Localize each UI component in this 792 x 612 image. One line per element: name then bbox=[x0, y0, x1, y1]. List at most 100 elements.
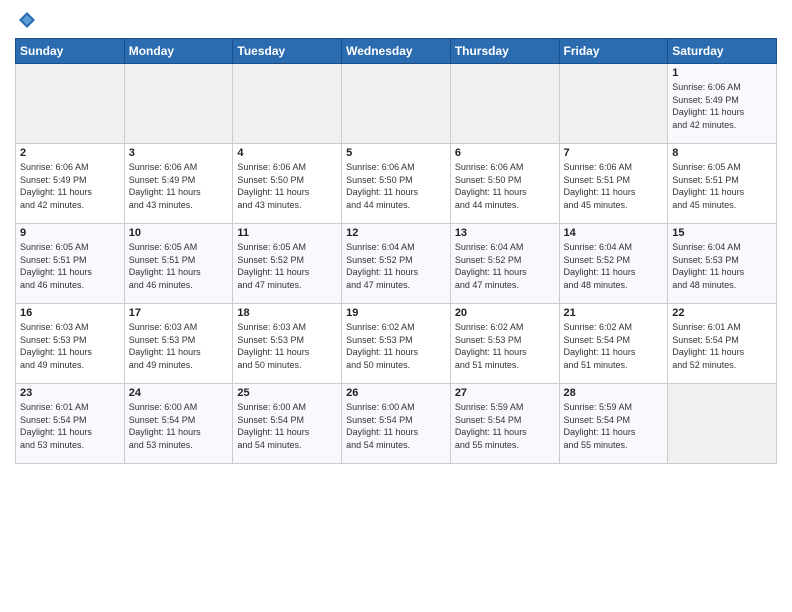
calendar-cell: 21Sunrise: 6:02 AM Sunset: 5:54 PM Dayli… bbox=[559, 304, 668, 384]
calendar-header-row: SundayMondayTuesdayWednesdayThursdayFrid… bbox=[16, 39, 777, 64]
day-number: 12 bbox=[346, 227, 446, 239]
day-number: 3 bbox=[129, 147, 229, 159]
day-info: Sunrise: 6:04 AM Sunset: 5:52 PM Dayligh… bbox=[564, 241, 664, 291]
calendar-cell: 17 Sunrise: 6:03 AM Sunset: 5:53 PM Dayli… bbox=[124, 304, 233, 384]
day-info: Sunrise: 5:59 AM Sunset: 5:54 PM Dayligh… bbox=[455, 401, 555, 451]
calendar-cell: 18 Sunrise: 6:03 AM Sunset: 5:53 PM Dayli… bbox=[233, 304, 342, 384]
calendar-header-sunday: Sunday bbox=[16, 39, 125, 64]
logo-icon bbox=[17, 10, 37, 30]
day-info: Sunrise: 6:03 AM Sunset: 5:53 PM Dayligh… bbox=[20, 321, 120, 371]
day-info: Sunrise: 6:05 AM Sunset: 5:51 PM Dayligh… bbox=[672, 161, 772, 211]
day-number: 11 bbox=[237, 227, 337, 239]
calendar-cell: 19 Sunrise: 6:02 AM Sunset: 5:53 PM Dayli… bbox=[342, 304, 451, 384]
calendar-cell: 11 Sunrise: 6:05 AM Sunset: 5:52 PM Dayli… bbox=[233, 224, 342, 304]
day-number: 25 bbox=[237, 387, 337, 399]
calendar-cell: 27 Sunrise: 5:59 AM Sunset: 5:54 PM Dayli… bbox=[450, 384, 559, 464]
day-info: Sunrise: 6:06 AM Sunset: 5:49 PM Dayligh… bbox=[129, 161, 229, 211]
day-info: Sunrise: 6:00 AM Sunset: 5:54 PM Dayligh… bbox=[129, 401, 229, 451]
calendar-header-saturday: Saturday bbox=[668, 39, 777, 64]
calendar-week-row: 16Sunrise: 6:03 AM Sunset: 5:53 PM Dayli… bbox=[16, 304, 777, 384]
calendar-cell: 8Sunrise: 6:05 AM Sunset: 5:51 PM Daylig… bbox=[668, 144, 777, 224]
day-number: 5 bbox=[346, 147, 446, 159]
day-number: 13 bbox=[455, 227, 555, 239]
day-number: 14 bbox=[564, 227, 664, 239]
day-number: 24 bbox=[129, 387, 229, 399]
calendar-cell: 9 Sunrise: 6:05 AM Sunset: 5:51 PM Daylig… bbox=[16, 224, 125, 304]
calendar-week-row: 23 Sunrise: 6:01 AM Sunset: 5:54 PM Dayli… bbox=[16, 384, 777, 464]
calendar-cell: 7 Sunrise: 6:06 AM Sunset: 5:51 PM Daylig… bbox=[559, 144, 668, 224]
day-number: 19 bbox=[346, 307, 446, 319]
calendar-cell: 28 Sunrise: 5:59 AM Sunset: 5:54 PM Dayli… bbox=[559, 384, 668, 464]
calendar-cell: 25 Sunrise: 6:00 AM Sunset: 5:54 PM Dayli… bbox=[233, 384, 342, 464]
logo bbox=[15, 10, 37, 30]
day-number: 6 bbox=[455, 147, 555, 159]
calendar-cell: 20 Sunrise: 6:02 AM Sunset: 5:53 PM Dayli… bbox=[450, 304, 559, 384]
page: SundayMondayTuesdayWednesdayThursdayFrid… bbox=[0, 0, 792, 612]
calendar-cell: 12 Sunrise: 6:04 AM Sunset: 5:52 PM Dayli… bbox=[342, 224, 451, 304]
calendar-cell: 3 Sunrise: 6:06 AM Sunset: 5:49 PM Daylig… bbox=[124, 144, 233, 224]
day-info: Sunrise: 6:06 AM Sunset: 5:50 PM Dayligh… bbox=[346, 161, 446, 211]
calendar-header-friday: Friday bbox=[559, 39, 668, 64]
day-info: Sunrise: 6:03 AM Sunset: 5:53 PM Dayligh… bbox=[129, 321, 229, 371]
calendar-cell bbox=[668, 384, 777, 464]
calendar-cell: 15Sunrise: 6:04 AM Sunset: 5:53 PM Dayli… bbox=[668, 224, 777, 304]
calendar-cell: 22 Sunrise: 6:01 AM Sunset: 5:54 PM Dayli… bbox=[668, 304, 777, 384]
day-info: Sunrise: 6:01 AM Sunset: 5:54 PM Dayligh… bbox=[672, 321, 772, 371]
calendar-cell bbox=[16, 64, 125, 144]
calendar-cell: 2Sunrise: 6:06 AM Sunset: 5:49 PM Daylig… bbox=[16, 144, 125, 224]
calendar-cell: 4 Sunrise: 6:06 AM Sunset: 5:50 PM Daylig… bbox=[233, 144, 342, 224]
day-number: 22 bbox=[672, 307, 772, 319]
day-number: 7 bbox=[564, 147, 664, 159]
day-info: Sunrise: 6:04 AM Sunset: 5:52 PM Dayligh… bbox=[455, 241, 555, 291]
day-info: Sunrise: 6:04 AM Sunset: 5:52 PM Dayligh… bbox=[346, 241, 446, 291]
day-info: Sunrise: 6:06 AM Sunset: 5:49 PM Dayligh… bbox=[672, 81, 772, 131]
day-number: 27 bbox=[455, 387, 555, 399]
calendar-week-row: 1 Sunrise: 6:06 AM Sunset: 5:49 PM Daylig… bbox=[16, 64, 777, 144]
calendar-cell: 23 Sunrise: 6:01 AM Sunset: 5:54 PM Dayli… bbox=[16, 384, 125, 464]
calendar-week-row: 2Sunrise: 6:06 AM Sunset: 5:49 PM Daylig… bbox=[16, 144, 777, 224]
day-number: 18 bbox=[237, 307, 337, 319]
day-number: 4 bbox=[237, 147, 337, 159]
calendar-cell bbox=[342, 64, 451, 144]
day-number: 10 bbox=[129, 227, 229, 239]
day-number: 1 bbox=[672, 67, 772, 79]
day-number: 20 bbox=[455, 307, 555, 319]
day-number: 28 bbox=[564, 387, 664, 399]
day-info: Sunrise: 6:01 AM Sunset: 5:54 PM Dayligh… bbox=[20, 401, 120, 451]
calendar-week-row: 9 Sunrise: 6:05 AM Sunset: 5:51 PM Daylig… bbox=[16, 224, 777, 304]
header bbox=[15, 10, 777, 30]
calendar-cell bbox=[559, 64, 668, 144]
calendar-cell bbox=[124, 64, 233, 144]
calendar-header-thursday: Thursday bbox=[450, 39, 559, 64]
day-info: Sunrise: 6:02 AM Sunset: 5:53 PM Dayligh… bbox=[455, 321, 555, 371]
day-info: Sunrise: 5:59 AM Sunset: 5:54 PM Dayligh… bbox=[564, 401, 664, 451]
day-info: Sunrise: 6:02 AM Sunset: 5:54 PM Dayligh… bbox=[564, 321, 664, 371]
day-number: 15 bbox=[672, 227, 772, 239]
day-info: Sunrise: 6:06 AM Sunset: 5:49 PM Dayligh… bbox=[20, 161, 120, 211]
day-number: 23 bbox=[20, 387, 120, 399]
day-info: Sunrise: 6:02 AM Sunset: 5:53 PM Dayligh… bbox=[346, 321, 446, 371]
day-number: 9 bbox=[20, 227, 120, 239]
day-info: Sunrise: 6:05 AM Sunset: 5:52 PM Dayligh… bbox=[237, 241, 337, 291]
calendar-header-wednesday: Wednesday bbox=[342, 39, 451, 64]
day-info: Sunrise: 6:05 AM Sunset: 5:51 PM Dayligh… bbox=[129, 241, 229, 291]
calendar-cell: 10 Sunrise: 6:05 AM Sunset: 5:51 PM Dayli… bbox=[124, 224, 233, 304]
day-info: Sunrise: 6:00 AM Sunset: 5:54 PM Dayligh… bbox=[237, 401, 337, 451]
day-info: Sunrise: 6:05 AM Sunset: 5:51 PM Dayligh… bbox=[20, 241, 120, 291]
day-info: Sunrise: 6:06 AM Sunset: 5:51 PM Dayligh… bbox=[564, 161, 664, 211]
calendar-cell bbox=[233, 64, 342, 144]
calendar-header-monday: Monday bbox=[124, 39, 233, 64]
calendar-cell: 5 Sunrise: 6:06 AM Sunset: 5:50 PM Daylig… bbox=[342, 144, 451, 224]
day-number: 17 bbox=[129, 307, 229, 319]
calendar-cell bbox=[450, 64, 559, 144]
day-number: 26 bbox=[346, 387, 446, 399]
calendar: SundayMondayTuesdayWednesdayThursdayFrid… bbox=[15, 38, 777, 464]
calendar-cell: 14 Sunrise: 6:04 AM Sunset: 5:52 PM Dayli… bbox=[559, 224, 668, 304]
day-info: Sunrise: 6:03 AM Sunset: 5:53 PM Dayligh… bbox=[237, 321, 337, 371]
day-info: Sunrise: 6:06 AM Sunset: 5:50 PM Dayligh… bbox=[237, 161, 337, 211]
calendar-cell: 6Sunrise: 6:06 AM Sunset: 5:50 PM Daylig… bbox=[450, 144, 559, 224]
calendar-header-tuesday: Tuesday bbox=[233, 39, 342, 64]
calendar-cell: 24 Sunrise: 6:00 AM Sunset: 5:54 PM Dayli… bbox=[124, 384, 233, 464]
calendar-cell: 16Sunrise: 6:03 AM Sunset: 5:53 PM Dayli… bbox=[16, 304, 125, 384]
calendar-cell: 13 Sunrise: 6:04 AM Sunset: 5:52 PM Dayli… bbox=[450, 224, 559, 304]
